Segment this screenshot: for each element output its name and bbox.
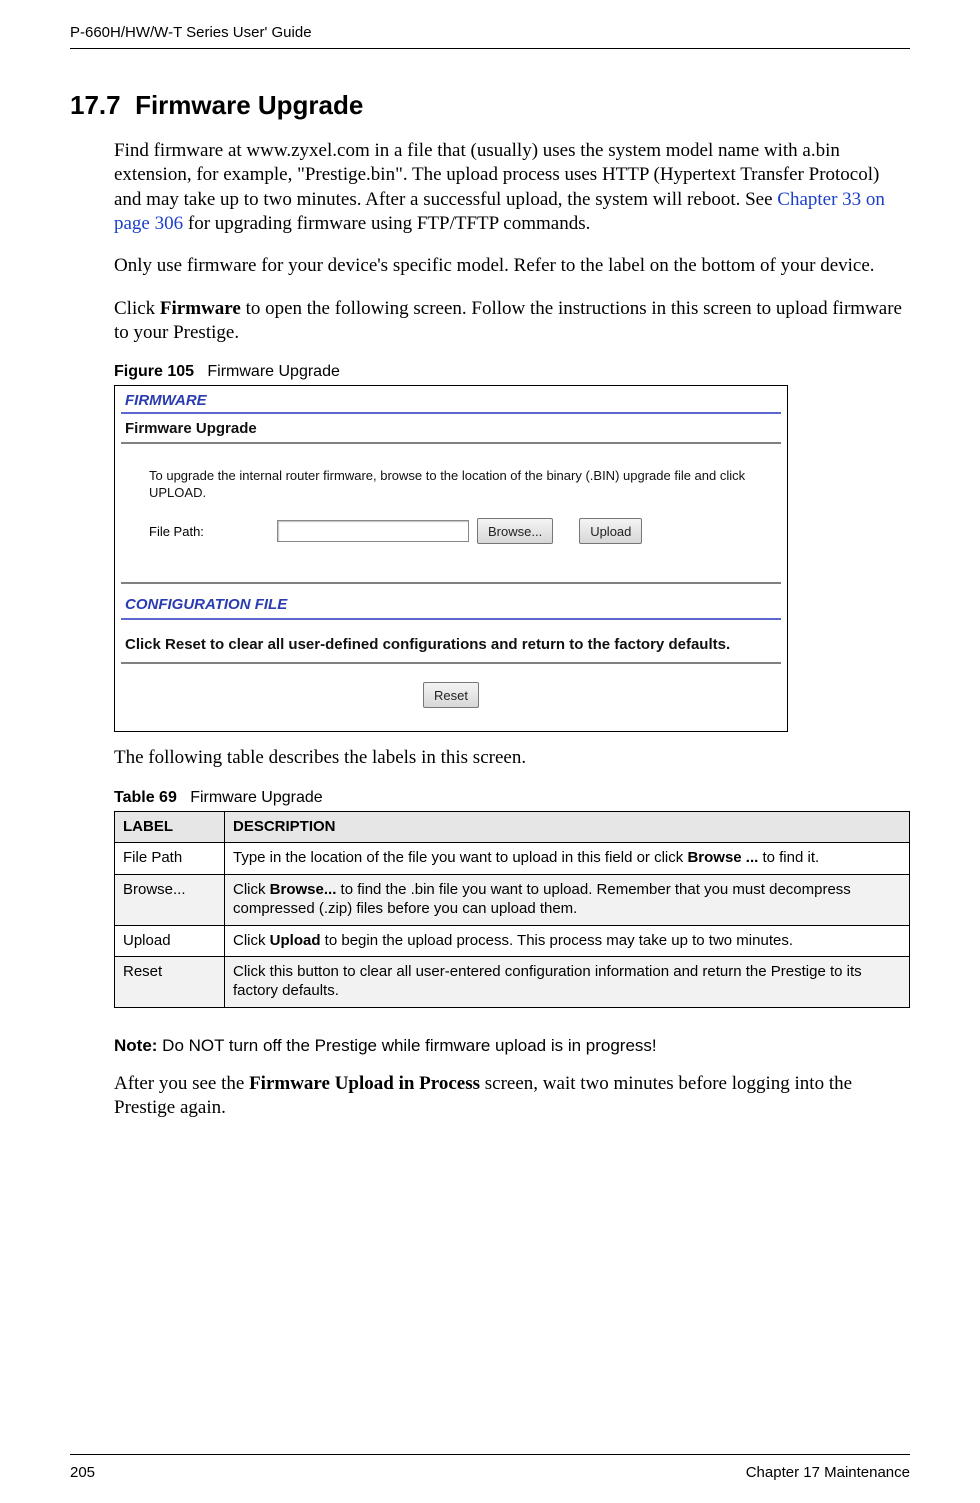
paragraph-2: Only use firmware for your device's spec… [114,254,910,278]
cell-label: Browse... [115,875,225,926]
divider [121,618,781,620]
table-row: Upload Click Upload to begin the upload … [115,925,910,957]
panel-section-config: CONFIGURATION FILE [125,596,287,613]
cell-desc-a: Click [233,932,270,949]
footer-page-number: 205 [70,1464,95,1481]
cell-desc-a: Type in the location of the file you wan… [233,849,687,866]
cell-label: File Path [115,843,225,875]
cell-desc-a: Click [233,881,270,898]
cell-desc: Click this button to clear all user-ente… [225,957,910,1008]
file-path-label: File Path: [149,524,269,539]
section-number: 17.7 [70,90,121,120]
after-table-bold: Firmware Upload in Process [249,1073,480,1094]
cell-desc-bold: Browse ... [687,849,758,866]
reset-button[interactable]: Reset [423,682,479,708]
panel-subtitle: Firmware Upgrade [125,420,257,437]
table-caption-text: Firmware Upgrade [190,789,322,806]
footer-chapter: Chapter 17 Maintenance [746,1464,910,1481]
figure-105-panel: FIRMWARE Firmware Upgrade To upgrade the… [114,385,788,732]
section-heading: 17.7 Firmware Upgrade [70,90,910,121]
table-row: Reset Click this button to clear all use… [115,957,910,1008]
note: Note: Do NOT turn off the Prestige while… [114,1036,910,1056]
table-69: LABEL DESCRIPTION File Path Type in the … [114,811,910,1008]
cell-desc: Type in the location of the file you wan… [225,843,910,875]
paragraph-3a: Click [114,298,160,319]
paragraph-after-table: After you see the Firmware Upload in Pro… [114,1072,910,1121]
paragraph-1b: for upgrading firmware using FTP/TFTP co… [183,213,590,234]
browse-button[interactable]: Browse... [477,518,553,544]
cell-desc-bold: Upload [270,932,321,949]
paragraph-3: Click Firmware to open the following scr… [114,297,910,346]
table-caption: Table 69 Firmware Upgrade [114,789,910,807]
figure-label: Figure 105 [114,363,194,380]
note-prefix: Note: [114,1036,162,1055]
table-row: File Path Type in the location of the fi… [115,843,910,875]
upload-button[interactable]: Upload [579,518,642,544]
divider [121,582,781,584]
paragraph-1a: Find firmware at www.zyxel.com in a file… [114,140,879,210]
section-title: Firmware Upgrade [135,90,363,120]
panel-reset-message: Click Reset to clear all user-defined co… [125,636,777,653]
cell-desc-b: to find it. [758,849,819,866]
paragraph-after-figure: The following table describes the labels… [114,746,910,770]
table-row: Browse... Click Browse... to find the .b… [115,875,910,926]
cell-desc: Click Upload to begin the upload process… [225,925,910,957]
table-label: Table 69 [114,789,177,806]
divider [121,662,781,664]
cell-desc-b: to begin the upload process. This proces… [321,932,793,949]
cell-desc-bold: Browse... [270,881,337,898]
panel-instruction: To upgrade the internal router firmware,… [149,468,773,502]
paragraph-1: Find firmware at www.zyxel.com in a file… [114,139,910,236]
note-text: Do NOT turn off the Prestige while firmw… [162,1036,656,1055]
file-path-input[interactable] [277,520,469,542]
cell-desc: Click Browse... to find the .bin file yo… [225,875,910,926]
divider [121,442,781,444]
divider [121,412,781,414]
table-header-description: DESCRIPTION [225,811,910,843]
header-guide-title: P-660H/HW/W-T Series User' Guide [70,24,312,41]
figure-caption-text: Firmware Upgrade [207,363,339,380]
cell-desc-a: Click this button to clear all user-ente… [233,963,862,999]
paragraph-3-bold: Firmware [160,298,241,319]
footer-rule [70,1454,910,1455]
table-header-label: LABEL [115,811,225,843]
cell-label: Upload [115,925,225,957]
after-table-a: After you see the [114,1073,249,1094]
figure-caption: Figure 105 Firmware Upgrade [114,363,910,381]
cell-label: Reset [115,957,225,1008]
header-rule [70,48,910,49]
panel-section-firmware: FIRMWARE [125,392,207,409]
